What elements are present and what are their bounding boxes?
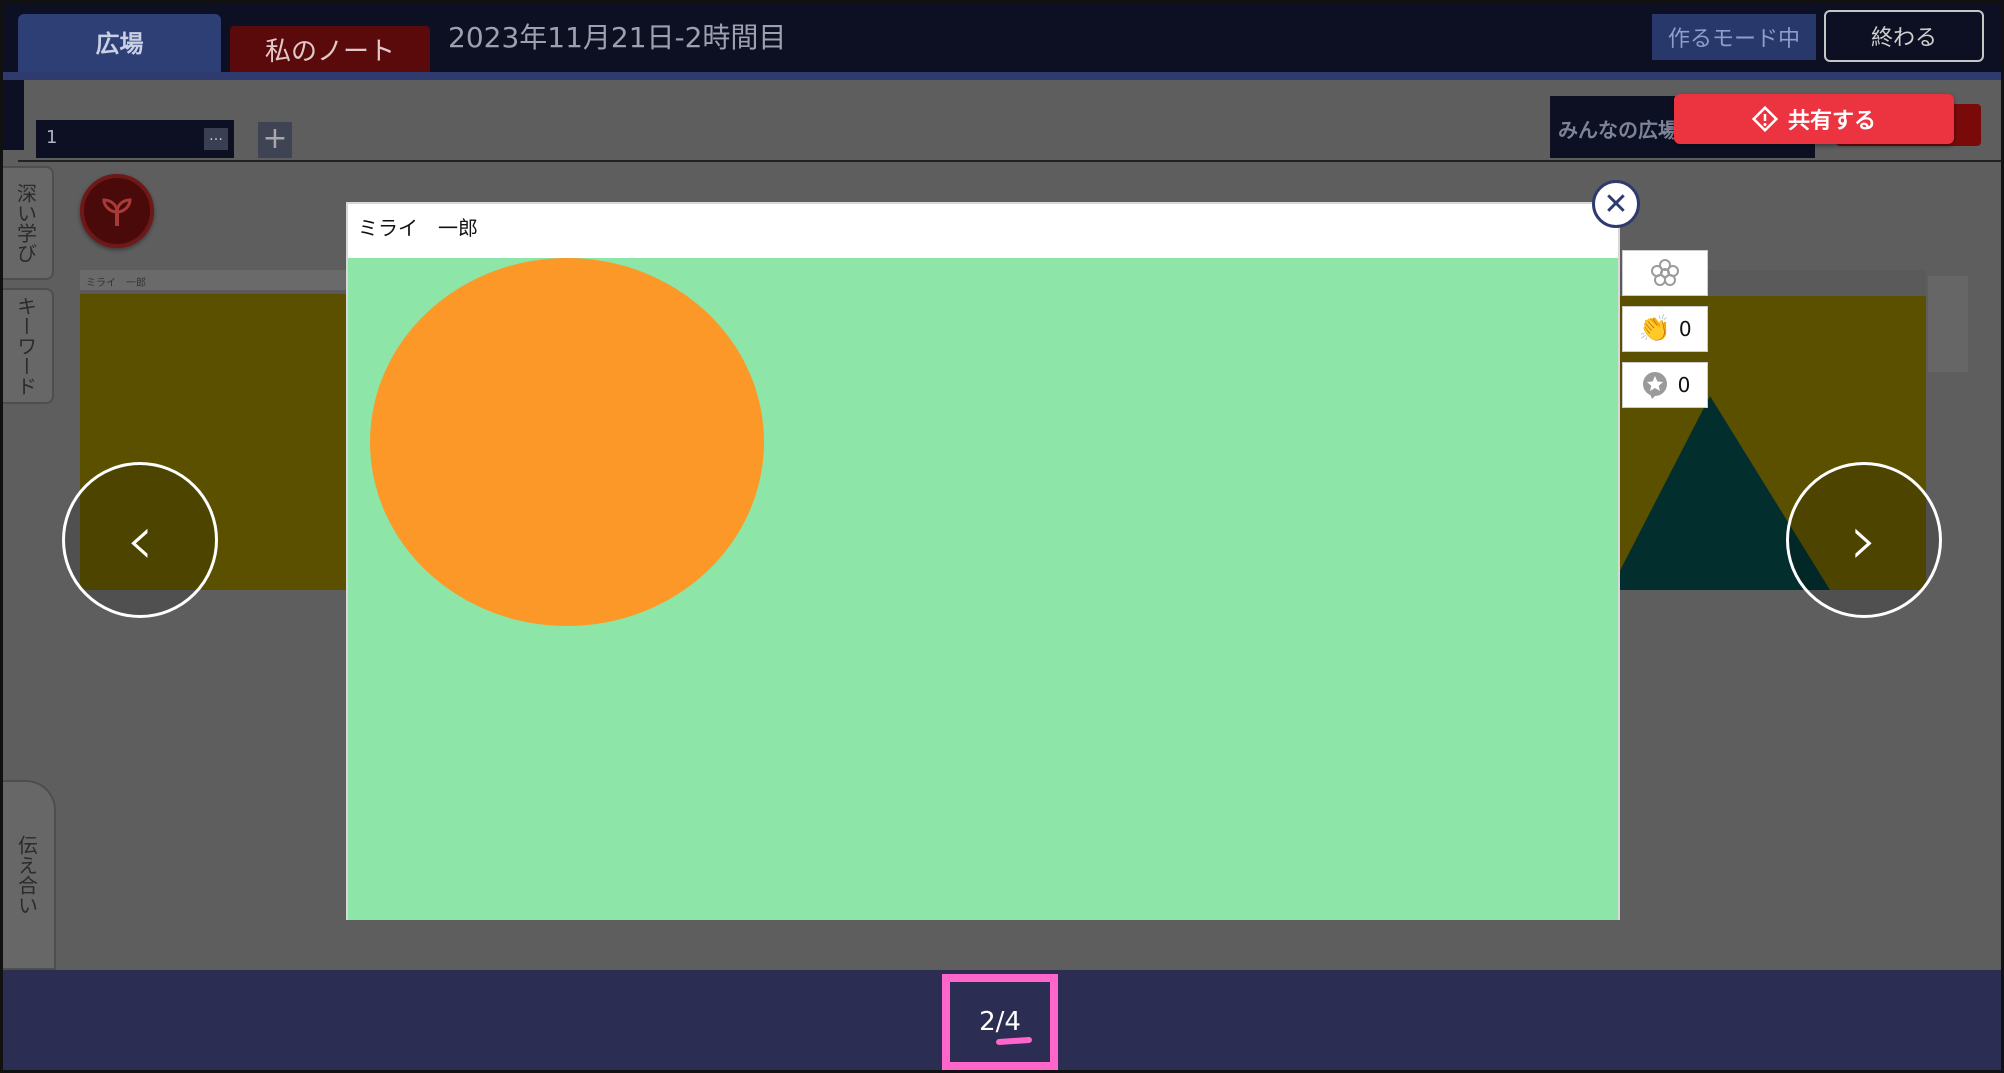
page-indicator: 2/4 xyxy=(942,974,1058,1070)
chevron-right-icon: › xyxy=(1850,499,1878,581)
sprout-glyph xyxy=(102,198,132,226)
clap-reaction-button[interactable]: 👏 0 xyxy=(1622,306,1708,352)
chevron-left-icon: ‹ xyxy=(126,499,154,581)
lesson-title: 2023年11月21日-2時間目 xyxy=(448,21,787,54)
sprout-icon[interactable] xyxy=(80,174,154,248)
previous-button[interactable]: ‹ xyxy=(62,462,218,618)
note-preview-modal: ミライ 一郎 xyxy=(346,202,1620,920)
clap-count: 0 xyxy=(1678,317,1692,341)
page-tab-label: 1 xyxy=(46,127,58,148)
comment-count: 0 xyxy=(1677,373,1691,397)
tab-my-note[interactable]: 私のノート xyxy=(230,26,430,72)
tab-hiroba[interactable]: 広場 xyxy=(18,14,221,72)
share-diamond-icon xyxy=(1751,106,1778,132)
side-tab-tsutae-ai[interactable]: 伝え合い xyxy=(0,780,56,970)
page-tab-1[interactable]: 1 … xyxy=(36,120,234,158)
more-icon[interactable]: … xyxy=(204,128,228,150)
clap-icon: 👏 xyxy=(1638,314,1671,344)
header-underline xyxy=(0,72,2004,80)
background-reaction-icons xyxy=(1928,276,1968,372)
end-button[interactable]: 終わる xyxy=(1824,10,1984,62)
comment-reaction-button[interactable]: 0 xyxy=(1622,362,1708,408)
mode-badge: 作るモード中 xyxy=(1652,14,1816,60)
modal-author-name: ミライ 一郎 xyxy=(358,216,478,240)
flower-icon xyxy=(1651,259,1679,286)
add-tab-button[interactable]: + xyxy=(258,122,292,158)
share-button-label: 共有する xyxy=(1787,109,1876,134)
close-modal-button[interactable]: ✕ xyxy=(1592,180,1640,228)
background-card-author: ミライ 一郎 xyxy=(80,270,350,290)
close-icon: ✕ xyxy=(1603,186,1629,222)
next-button[interactable]: › xyxy=(1786,462,1942,618)
share-button[interactable]: 共有する xyxy=(1674,94,1954,144)
orange-circle-shape xyxy=(370,258,764,626)
left-panel-stub xyxy=(0,80,24,150)
flower-reaction-button[interactable] xyxy=(1622,250,1708,296)
side-tab-deep-learning[interactable]: 深い学び xyxy=(0,166,54,280)
modal-canvas[interactable] xyxy=(348,258,1618,920)
star-comment-icon xyxy=(1642,372,1667,399)
side-tab-keyword[interactable]: キーワード xyxy=(0,288,54,404)
